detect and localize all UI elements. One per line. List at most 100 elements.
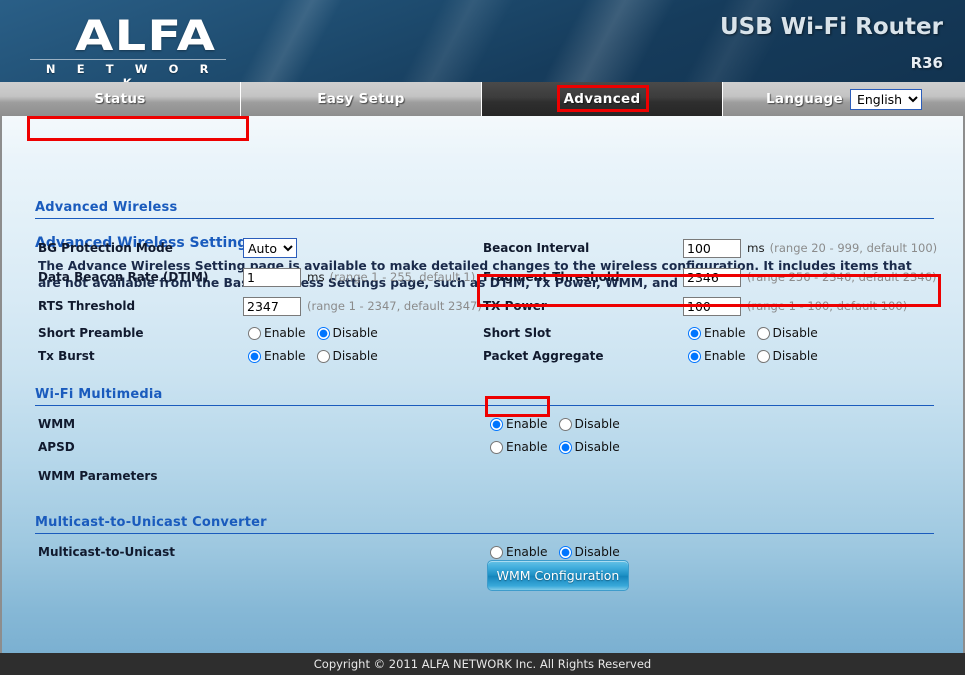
apsd-enable-radio[interactable]	[490, 440, 503, 454]
label-tx-burst: Tx Burst	[38, 349, 95, 363]
label-apsd: APSD	[38, 440, 75, 454]
row-tx-burst: Tx Burst Enable Disable	[38, 344, 378, 368]
tab-easy-setup[interactable]: Easy Setup	[241, 82, 482, 116]
label-short-preamble: Short Preamble	[38, 326, 144, 340]
row-tx-power: TX Power (range 1 - 100, default 100)	[483, 294, 907, 318]
row-packet-aggregate: Packet Aggregate Enable Disable	[483, 344, 818, 368]
row-data-beacon-rate: Data Beacon Rate (DTIM) ms (range 1 - 25…	[38, 265, 475, 289]
multicast-disable-option[interactable]: Disable	[558, 545, 620, 559]
language-select[interactable]: English	[849, 88, 922, 110]
short-preamble-radio-group: Enable Disable	[248, 326, 378, 340]
tab-advanced[interactable]: Advanced	[482, 82, 723, 116]
short-slot-radio-group: Enable Disable	[688, 326, 818, 340]
product-name: USB Wi-Fi Router	[719, 14, 943, 40]
hint-data-beacon-rate: (range 1 - 255, default 1)	[329, 270, 476, 284]
short-preamble-disable-option[interactable]: Disable	[316, 326, 378, 340]
page-footer: Copyright © 2011 ALFA NETWORK Inc. All R…	[0, 653, 965, 675]
tab-status[interactable]: Status	[0, 82, 241, 116]
language-selector-group: Language English	[723, 82, 965, 116]
wmm-configuration-button[interactable]: WMM Configuration	[487, 560, 629, 591]
bg-protection-mode-select[interactable]: Auto	[243, 238, 297, 258]
fragment-threshold-input[interactable]	[683, 267, 741, 287]
product-model: R36	[910, 54, 943, 72]
packet-aggregate-disable-label: Disable	[772, 349, 818, 363]
short-slot-disable-radio[interactable]	[756, 326, 770, 340]
hint-fragment-threshold: (range 256 - 2346, default 2346)	[747, 270, 937, 284]
unit-beacon-interval: ms	[747, 241, 765, 255]
wmm-enable-option[interactable]: Enable	[490, 417, 548, 431]
multicast-enable-radio[interactable]	[490, 545, 503, 559]
section-heading-wifi-multimedia: Wi-Fi Multimedia	[35, 387, 934, 406]
tx-burst-disable-label: Disable	[332, 349, 378, 363]
wmm-enable-radio[interactable]	[490, 417, 503, 431]
wmm-enable-label: Enable	[506, 417, 548, 431]
logo-wordmark: ALFA	[75, 11, 217, 60]
label-wmm: WMM	[38, 417, 76, 431]
tx-burst-enable-option[interactable]: Enable	[248, 349, 306, 363]
packet-aggregate-disable-radio[interactable]	[756, 349, 770, 363]
row-rts-threshold: RTS Threshold (range 1 - 2347, default 2…	[38, 294, 482, 318]
short-slot-enable-radio[interactable]	[688, 326, 701, 340]
label-fragment-threshold: Fragment Threshold	[483, 270, 620, 284]
label-packet-aggregate: Packet Aggregate	[483, 349, 604, 363]
wmm-disable-option[interactable]: Disable	[558, 417, 620, 431]
multicast-disable-radio[interactable]	[558, 545, 572, 559]
packet-aggregate-enable-radio[interactable]	[688, 349, 701, 363]
label-wmm-parameters: WMM Parameters	[38, 469, 158, 483]
wmm-disable-radio[interactable]	[558, 417, 572, 431]
tx-burst-disable-option[interactable]: Disable	[316, 349, 378, 363]
apsd-enable-option[interactable]: Enable	[490, 440, 548, 454]
section-advanced-wireless: Advanced Wireless	[35, 200, 934, 219]
packet-aggregate-enable-option[interactable]: Enable	[688, 349, 746, 363]
apsd-enable-label: Enable	[506, 440, 548, 454]
unit-data-beacon-rate: ms	[307, 270, 325, 284]
header-banner: ALFA N E T W O R K USB Wi-Fi Router R36	[0, 0, 965, 82]
short-preamble-enable-radio[interactable]	[248, 326, 261, 340]
packet-aggregate-enable-label: Enable	[704, 349, 746, 363]
row-beacon-interval: Beacon Interval ms (range 20 - 999, defa…	[483, 236, 937, 260]
label-rts-threshold: RTS Threshold	[38, 299, 136, 313]
section-heading-advanced-wireless: Advanced Wireless	[35, 200, 934, 219]
label-beacon-interval: Beacon Interval	[483, 241, 590, 255]
label-multicast-to-unicast: Multicast-to-Unicast	[38, 545, 175, 559]
short-slot-enable-label: Enable	[704, 326, 746, 340]
short-slot-enable-option[interactable]: Enable	[688, 326, 746, 340]
apsd-radio-group: Enable Disable	[490, 435, 620, 459]
data-beacon-rate-input[interactable]	[243, 267, 301, 287]
multicast-disable-label: Disable	[574, 545, 620, 559]
page-content: Advanced Wireless Settings The Advance W…	[0, 116, 965, 653]
packet-aggregate-radio-group: Enable Disable	[688, 349, 818, 363]
short-preamble-disable-radio[interactable]	[316, 326, 330, 340]
rts-threshold-input[interactable]	[243, 296, 301, 316]
multicast-radio-group: Enable Disable	[490, 540, 620, 564]
short-preamble-enable-option[interactable]: Enable	[248, 326, 306, 340]
row-short-slot: Short Slot Enable Disable	[483, 321, 818, 345]
tx-burst-enable-radio[interactable]	[248, 349, 261, 363]
section-multicast-converter: Multicast-to-Unicast Converter	[35, 515, 934, 534]
language-label: Language	[766, 91, 843, 107]
section-heading-multicast: Multicast-to-Unicast Converter	[35, 515, 934, 534]
hint-rts-threshold: (range 1 - 2347, default 2347)	[307, 299, 482, 313]
logo-subtext: N E T W O R K	[45, 62, 218, 82]
multicast-enable-option[interactable]: Enable	[490, 545, 548, 559]
beacon-interval-input[interactable]	[683, 238, 741, 258]
apsd-disable-option[interactable]: Disable	[558, 440, 620, 454]
short-preamble-enable-label: Enable	[264, 326, 306, 340]
label-tx-power: TX Power	[483, 299, 547, 313]
apsd-disable-radio[interactable]	[558, 440, 572, 454]
row-multicast-to-unicast: Multicast-to-Unicast	[38, 540, 175, 564]
short-slot-disable-option[interactable]: Disable	[756, 326, 818, 340]
tx-burst-disable-radio[interactable]	[316, 349, 330, 363]
copyright-text: Copyright © 2011 ALFA NETWORK Inc. All R…	[313, 657, 652, 671]
tx-burst-enable-label: Enable	[264, 349, 306, 363]
label-bg-protection-mode: BG Protection Mode	[38, 241, 173, 255]
alfa-network-logo: ALFA N E T W O R K	[30, 14, 226, 82]
row-short-preamble: Short Preamble Enable Disable	[38, 321, 378, 345]
packet-aggregate-disable-option[interactable]: Disable	[756, 349, 818, 363]
main-nav-tabs: Status Easy Setup Advanced Language Engl…	[0, 82, 965, 116]
row-apsd: APSD	[38, 435, 75, 459]
apsd-disable-label: Disable	[574, 440, 620, 454]
hint-beacon-interval: (range 20 - 999, default 100)	[769, 241, 938, 255]
tx-power-input[interactable]	[683, 296, 741, 316]
row-bg-protection-mode: BG Protection Mode Auto	[38, 236, 297, 260]
